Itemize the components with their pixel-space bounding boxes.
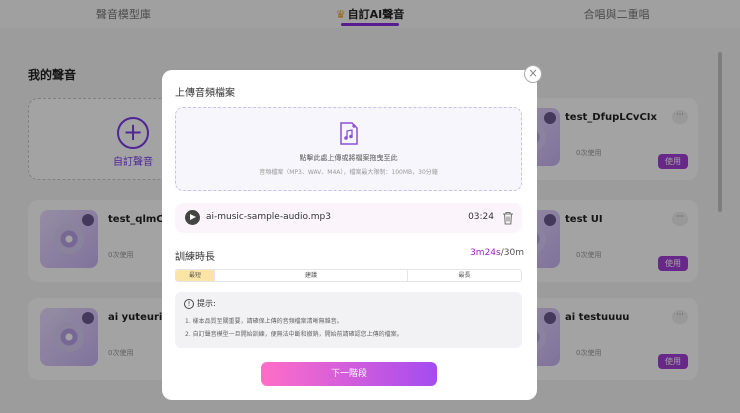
uploaded-file-row: ai-music-sample-audio.mp3 03:24 bbox=[175, 203, 522, 233]
dropzone-instruction: 點擊此處上傳或將檔案拖曳至此 bbox=[299, 154, 398, 162]
segment-recommended: 建議 bbox=[215, 270, 408, 281]
upload-audio-modal: 上傳音頻檔案 點擊此處上傳或將檔案拖曳至此 音頻檔案（MP3、WAV、M4A），… bbox=[162, 70, 537, 400]
tips-title: 提示: bbox=[197, 299, 216, 308]
tip-item: 2. 自訂聲音模型一旦開始訓練，便無法中斷和撤銷，開始前請確認您上傳的檔案。 bbox=[185, 331, 403, 338]
close-icon[interactable]: × bbox=[524, 65, 542, 83]
tip-item: 1. 樣本品質至關重要，請確保上傳的音頻檔案清晰無雜音。 bbox=[185, 318, 343, 325]
file-duration: 03:24 bbox=[468, 212, 494, 222]
dropzone-constraints: 音頻檔案（MP3、WAV、M4A），檔案最大限制：100MB，30分鐘 bbox=[259, 169, 438, 176]
file-name: ai-music-sample-audio.mp3 bbox=[206, 212, 331, 222]
upload-dropzone[interactable]: 點擊此處上傳或將檔案拖曳至此 音頻檔案（MP3、WAV、M4A），檔案最大限制：… bbox=[175, 107, 522, 191]
modal-title: 上傳音頻檔案 bbox=[175, 88, 235, 99]
play-icon[interactable] bbox=[185, 210, 200, 225]
music-file-add-icon bbox=[340, 122, 358, 145]
segment-longest: 最長 bbox=[458, 272, 471, 279]
training-total: 30m bbox=[503, 248, 524, 258]
training-current: 3m24s bbox=[470, 248, 501, 258]
training-duration-value: 3m24s/30m bbox=[470, 248, 524, 258]
tips-box: ! 提示: 1. 樣本品質至關重要，請確保上傳的音頻檔案清晰無雜音。 2. 自訂… bbox=[175, 292, 522, 348]
trash-icon[interactable] bbox=[502, 211, 514, 225]
training-duration-label: 訓練時長 bbox=[175, 252, 215, 263]
segment-shortest: 最短 bbox=[176, 270, 215, 281]
training-progress-bar: 最短 建議 最長 bbox=[175, 269, 522, 282]
next-step-button[interactable]: 下一階段 bbox=[261, 362, 437, 386]
info-icon: ! bbox=[184, 299, 194, 309]
